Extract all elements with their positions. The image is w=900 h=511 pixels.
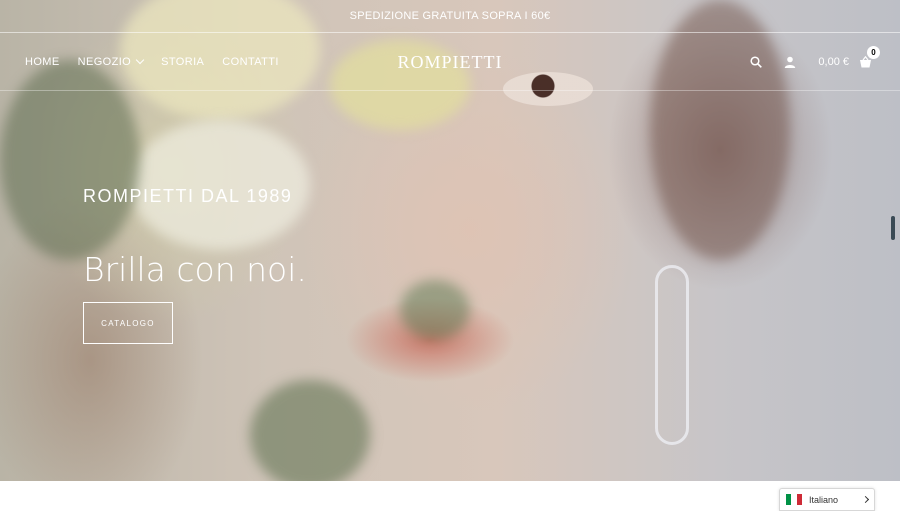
nav-contatti-label: CONTATTI (222, 56, 279, 68)
nav-negozio-label: NEGOZIO (77, 56, 132, 68)
language-switcher[interactable]: Italiano (779, 488, 875, 511)
language-label: Italiano (809, 494, 839, 505)
promo-bar: SPEDIZIONE GRATUITA SOPRA I 60€ (0, 0, 900, 33)
nav-home-label: HOME (25, 56, 60, 68)
nav-storia-label: STORIA (161, 56, 205, 68)
catalog-button[interactable]: CATALOGO (83, 302, 173, 344)
hero-banner: SPEDIZIONE GRATUITA SOPRA I 60€ HOME NEG… (0, 0, 900, 481)
cart-button[interactable]: 0,00 € 0 (818, 46, 880, 68)
header-tools: 0,00 € 0 (750, 33, 880, 91)
italy-flag-icon (786, 494, 802, 505)
chevron-down-icon (135, 55, 145, 65)
cart-total: 0,00 € (818, 56, 849, 68)
chevron-right-icon (861, 495, 870, 504)
hero-subtitle: ROMPIETTI DAL 1989 (83, 186, 293, 206)
basket-icon: 0 (859, 46, 880, 68)
search-icon[interactable] (750, 56, 763, 68)
main-nav: HOME NEGOZIO STORIA CONTATTI (25, 33, 279, 91)
nav-home[interactable]: HOME (25, 56, 60, 68)
site-header: HOME NEGOZIO STORIA CONTATTI ROMPIETTI 0… (0, 33, 900, 91)
nav-storia[interactable]: STORIA (161, 56, 204, 68)
promo-text: SPEDIZIONE GRATUITA SOPRA I 60€ (349, 10, 551, 22)
leaf-blur (400, 280, 470, 340)
nav-contatti[interactable]: CONTATTI (222, 56, 279, 68)
cart-count-badge: 0 (867, 46, 880, 59)
site-logo[interactable]: ROMPIETTI (398, 52, 503, 73)
user-icon[interactable] (784, 56, 796, 68)
flower-blur (130, 120, 310, 250)
scrollbar-thumb[interactable] (891, 216, 895, 240)
nav-negozio[interactable]: NEGOZIO (77, 55, 145, 68)
leaf-blur (250, 380, 370, 481)
hero-title: Brilla con noi. (83, 250, 307, 289)
earring-detail (655, 265, 689, 445)
